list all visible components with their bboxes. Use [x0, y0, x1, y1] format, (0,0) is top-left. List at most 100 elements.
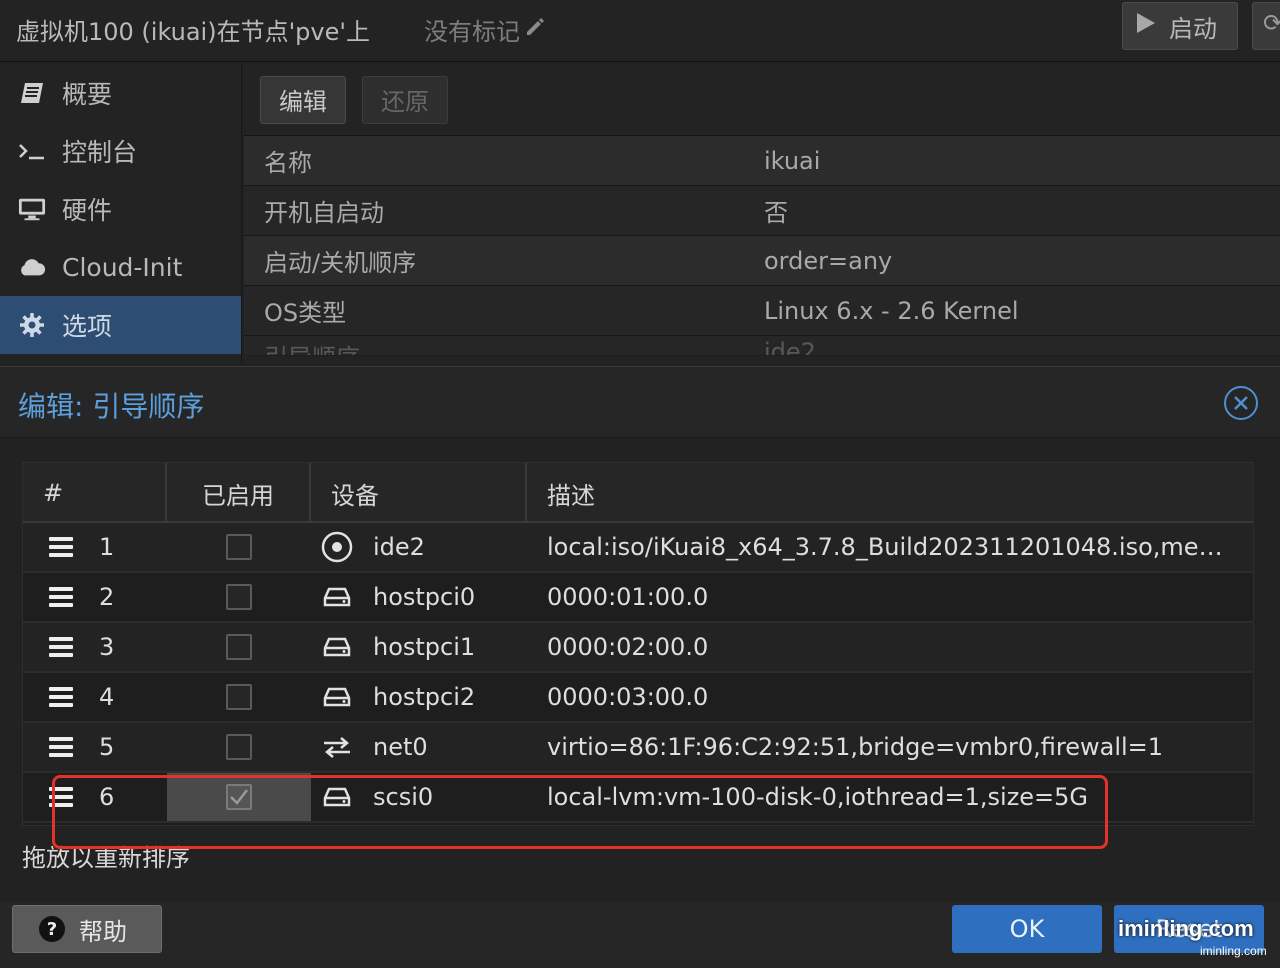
row-index-cell: 2 — [23, 573, 167, 621]
sidebar: 概要 控制台 硬件 Cloud-Init 选项 — [0, 64, 242, 364]
row-index: 2 — [99, 583, 115, 611]
reload-icon: ⟳ — [1263, 9, 1280, 37]
options-row[interactable]: 名称 ikuai — [244, 136, 1280, 186]
terminal-icon — [18, 137, 46, 165]
question-icon: ? — [39, 916, 65, 942]
desktop-icon — [18, 195, 46, 223]
enabled-cell — [167, 773, 311, 821]
row-index-cell: 6 — [23, 773, 167, 821]
start-button[interactable]: 启动 — [1122, 2, 1238, 50]
description-cell: local-lvm:vm-100-disk-0,iothread=1,size=… — [547, 783, 1089, 811]
drive-icon — [319, 579, 355, 615]
drag-handle-icon[interactable] — [49, 537, 73, 557]
options-row[interactable]: 启动/关机顺序 order=any — [244, 236, 1280, 286]
tags-label: 没有标记 — [424, 18, 520, 46]
tags-editor[interactable]: 没有标记 — [424, 12, 546, 47]
row-index: 3 — [99, 633, 115, 661]
options-toolbar: 编辑 还原 — [244, 64, 1280, 136]
column-header-index[interactable]: # — [23, 463, 167, 523]
exchange-icon — [319, 729, 355, 765]
row-index: 4 — [99, 683, 115, 711]
close-icon[interactable] — [1224, 386, 1258, 420]
options-panel: 编辑 还原 名称 ikuai 开机自启动 否 启动/关机顺序 order=any… — [244, 64, 1280, 364]
sidebar-item-cloud-init[interactable]: Cloud-Init — [0, 238, 241, 296]
options-row[interactable]: 引导顺序 ide2 — [244, 336, 1280, 356]
description-cell: virtio=86:1F:96:C2:92:51,bridge=vmbr0,fi… — [547, 733, 1164, 761]
sidebar-item-label: Cloud-Init — [62, 252, 183, 282]
column-header-enabled[interactable]: 已启用 — [167, 463, 311, 523]
option-key: 启动/关机顺序 — [264, 249, 417, 277]
drag-handle-icon[interactable] — [49, 587, 73, 607]
device-cell: net0 — [311, 723, 527, 771]
grid-rows: 1 ide2 local:iso/iKuai8_x64_3.7.8_Build2… — [23, 523, 1253, 823]
sidebar-item-hardware[interactable]: 硬件 — [0, 180, 241, 238]
boot-order-dialog: 编辑: 引导顺序 # 已启用 设备 描述 1 ide2 local:iso/iK… — [0, 366, 1280, 968]
device-name: net0 — [373, 733, 428, 761]
option-key: 名称 — [264, 149, 312, 177]
drive-icon — [319, 629, 355, 665]
options-row[interactable]: OS类型 Linux 6.x - 2.6 Kernel — [244, 286, 1280, 336]
column-header-device[interactable]: 设备 — [311, 463, 527, 523]
table-row[interactable]: 5 net0 virtio=86:1F:96:C2:92:51,bridge=v… — [23, 723, 1253, 773]
row-index: 5 — [99, 733, 115, 761]
play-icon — [1135, 11, 1157, 41]
device-cell: scsi0 — [311, 773, 527, 821]
dialog-header: 编辑: 引导顺序 — [0, 367, 1280, 437]
enabled-checkbox[interactable] — [226, 684, 252, 710]
reset-button[interactable]: Reset — [1114, 905, 1264, 953]
device-name: ide2 — [373, 533, 425, 561]
help-label: 帮助 — [79, 917, 127, 946]
device-name: hostpci2 — [373, 683, 476, 711]
boot-order-grid: # 已启用 设备 描述 1 ide2 local:iso/iKuai8_x64_… — [22, 462, 1254, 826]
cloud-icon — [18, 253, 46, 281]
enabled-checkbox[interactable] — [226, 634, 252, 660]
column-header-description[interactable]: 描述 — [527, 463, 1253, 523]
row-index-cell: 5 — [23, 723, 167, 771]
ok-button[interactable]: OK — [952, 905, 1102, 953]
reload-button[interactable]: ⟳ — [1252, 2, 1280, 50]
pencil-icon[interactable] — [524, 16, 546, 44]
enabled-checkbox[interactable] — [226, 784, 252, 810]
start-label: 启动 — [1169, 14, 1217, 43]
drag-handle-icon[interactable] — [49, 637, 73, 657]
revert-button[interactable]: 还原 — [362, 75, 448, 124]
drag-hint: 拖放以重新排序 — [22, 844, 190, 872]
description-cell: 0000:03:00.0 — [547, 683, 709, 711]
enabled-checkbox[interactable] — [226, 534, 252, 560]
option-value: ikuai — [764, 146, 821, 175]
dialog-footer: ? 帮助 OK Reset — [0, 903, 1280, 968]
drag-handle-icon[interactable] — [49, 737, 73, 757]
sidebar-item-summary[interactable]: 概要 — [0, 64, 241, 122]
description-cell: 0000:02:00.0 — [547, 633, 709, 661]
enabled-checkbox[interactable] — [226, 584, 252, 610]
sidebar-item-label: 控制台 — [62, 138, 138, 167]
row-index-cell: 4 — [23, 673, 167, 721]
enabled-cell — [167, 623, 311, 671]
sidebar-item-label: 选项 — [62, 312, 113, 341]
table-row[interactable]: 1 ide2 local:iso/iKuai8_x64_3.7.8_Build2… — [23, 523, 1253, 573]
vm-header: 虚拟机100 (ikuai)在节点'pve'上 没有标记 启动 ⟳ — [0, 0, 1280, 62]
table-row[interactable]: 3 hostpci1 0000:02:00.0 — [23, 623, 1253, 673]
row-index-cell: 1 — [23, 523, 167, 571]
option-key: 引导顺序 — [244, 338, 764, 355]
option-key: OS类型 — [264, 299, 347, 327]
options-row[interactable]: 开机自启动 否 — [244, 186, 1280, 236]
drag-handle-icon[interactable] — [49, 687, 73, 707]
vm-title: 虚拟机100 (ikuai)在节点'pve'上 — [16, 18, 370, 46]
option-key: 开机自启动 — [264, 199, 384, 227]
table-row[interactable]: 2 hostpci0 0000:01:00.0 — [23, 573, 1253, 623]
sidebar-item-console[interactable]: 控制台 — [0, 122, 241, 180]
dialog-body: # 已启用 设备 描述 1 ide2 local:iso/iKuai8_x64_… — [0, 437, 1280, 903]
enabled-checkbox[interactable] — [226, 734, 252, 760]
disc-icon — [319, 529, 355, 565]
table-row[interactable]: 6 scsi0 local-lvm:vm-100-disk-0,iothread… — [23, 773, 1253, 823]
drag-handle-icon[interactable] — [49, 787, 73, 807]
sidebar-item-label: 概要 — [62, 80, 113, 109]
dialog-title: 编辑: 引导顺序 — [18, 390, 205, 423]
table-row[interactable]: 4 hostpci2 0000:03:00.0 — [23, 673, 1253, 723]
help-button[interactable]: ? 帮助 — [12, 905, 162, 953]
sidebar-item-options[interactable]: 选项 — [0, 296, 241, 354]
description-cell: local:iso/iKuai8_x64_3.7.8_Build20231120… — [547, 533, 1253, 561]
edit-button[interactable]: 编辑 — [260, 75, 346, 124]
enabled-cell — [167, 673, 311, 721]
